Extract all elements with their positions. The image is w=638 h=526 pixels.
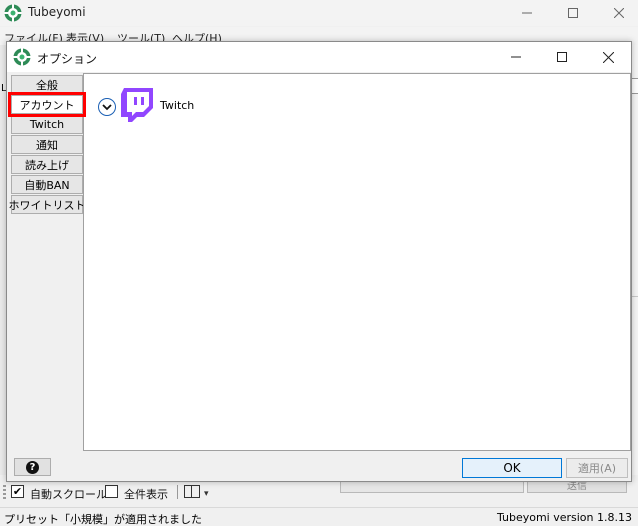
auto-scroll-label: 自動スクロール (30, 488, 107, 501)
toolbar-separator (177, 485, 178, 499)
ok-button[interactable]: OK (462, 458, 562, 478)
twitch-logo-icon (121, 88, 153, 122)
checkmark-icon: ✔ (12, 485, 23, 498)
dialog-maximize-button[interactable] (539, 42, 585, 72)
nav-item-account[interactable]: アカウント (8, 92, 86, 117)
bottom-toolbar: ✔ 自動スクロール 全件表示 ▾ (0, 481, 330, 503)
twitch-account-label: Twitch (160, 99, 195, 112)
main-close-button[interactable] (596, 0, 638, 26)
nav-item-label: ホワイトリスト (8, 198, 86, 212)
maximize-icon (557, 52, 567, 62)
account-panel: Twitch (83, 73, 631, 451)
show-all-checkbox[interactable] (105, 485, 118, 498)
main-right-strip (631, 45, 638, 475)
layout-toggle-icon[interactable] (184, 485, 200, 498)
main-titlebar: Tubeyomi (0, 0, 638, 26)
nav-item-auto-ban[interactable]: 自動BAN (11, 175, 83, 194)
nav-item-label: アカウント (19, 98, 75, 112)
close-icon (602, 51, 614, 63)
dialog-titlebar: オプション (7, 42, 631, 72)
main-right-divider (631, 296, 638, 297)
minimize-icon (511, 56, 521, 58)
nav-item-read-aloud[interactable]: 読み上げ (11, 155, 83, 174)
nav-item-whitelist[interactable]: ホワイトリスト (8, 195, 86, 214)
main-window-title: Tubeyomi (28, 5, 86, 19)
auto-scroll-checkbox[interactable]: ✔ (11, 485, 24, 498)
dialog-title: オプション (37, 52, 98, 66)
main-minimize-button[interactable] (504, 0, 550, 26)
tubeyomi-logo-icon (4, 4, 22, 22)
chevron-down-icon[interactable]: ▾ (204, 489, 209, 499)
show-all-label: 全件表示 (124, 488, 168, 501)
tubeyomi-logo-icon (13, 48, 31, 66)
statusbar: プリセット「小規模」が適用されました Tubeyomi version 1.8.… (0, 507, 638, 526)
status-message: プリセット「小規模」が適用されました (4, 513, 202, 526)
help-button[interactable]: ? (14, 458, 51, 476)
main-maximize-button[interactable] (550, 0, 596, 26)
expand-twitch-button[interactable] (98, 98, 116, 116)
nav-item-label: 全般 (36, 78, 58, 92)
chevron-down-icon (102, 104, 112, 111)
nav-item-label: 通知 (36, 138, 58, 152)
nav-item-twitch[interactable]: Twitch (11, 115, 83, 134)
nav-item-label: Twitch (29, 118, 65, 131)
dialog-minimize-button[interactable] (493, 42, 539, 72)
ok-label: OK (503, 461, 521, 475)
close-icon (614, 8, 624, 18)
nav-item-label: 読み上げ (25, 158, 69, 172)
apply-button[interactable]: 適用(A) (566, 458, 628, 478)
options-dialog: オプション 全般 アカウント Twitch 通知 読み上げ 自動BAN ホワイト… (6, 41, 632, 482)
dialog-close-button[interactable] (585, 42, 631, 72)
apply-label: 適用(A) (577, 462, 617, 475)
toolbar-grip[interactable] (3, 485, 6, 499)
nav-item-notification[interactable]: 通知 (11, 135, 83, 154)
maximize-icon (568, 8, 578, 18)
help-icon: ? (26, 460, 39, 474)
version-label: Tubeyomi version 1.8.13 (496, 511, 632, 524)
nav-item-label: 自動BAN (24, 178, 70, 192)
nav-item-general[interactable]: 全般 (11, 75, 83, 94)
minimize-icon (522, 12, 532, 14)
